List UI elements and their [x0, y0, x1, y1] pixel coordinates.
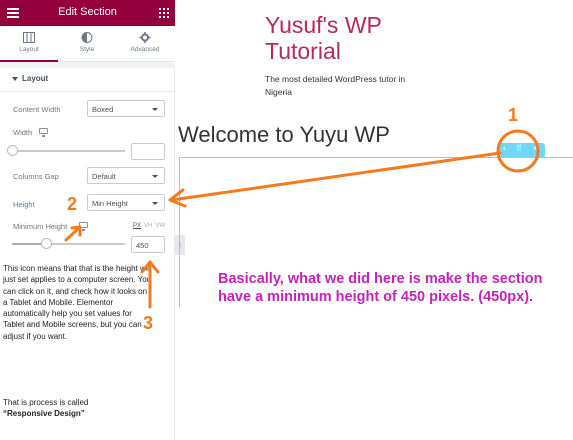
annotation-number-1: 1 [508, 105, 519, 125]
annotation-number-2: 2 [67, 194, 78, 214]
highlight-circle [496, 129, 540, 173]
annotation-overlay [64, 129, 540, 309]
annotation-number-3: 3 [143, 313, 154, 333]
arrow-1 [170, 151, 502, 202]
